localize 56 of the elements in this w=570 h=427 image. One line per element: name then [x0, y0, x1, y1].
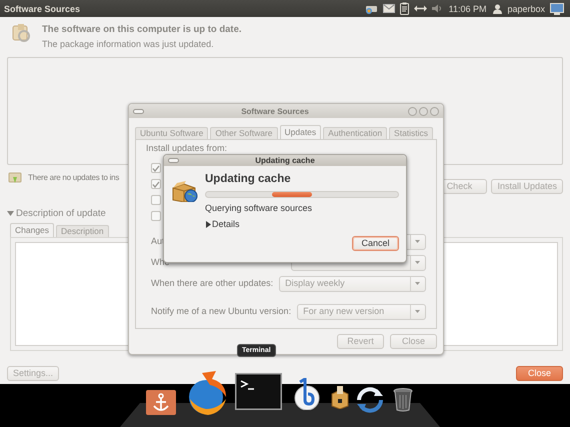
checkbox[interactable] [151, 163, 161, 173]
window-title: Software Sources [240, 106, 310, 116]
dialog-heading: Updating cache [205, 173, 292, 185]
tab[interactable]: Ubuntu Software [135, 127, 208, 139]
package-icon [10, 21, 32, 43]
status-text: There are no updates to ins [28, 173, 120, 182]
dropdown-arrow-icon [415, 310, 420, 313]
button[interactable]: Install Updates [491, 179, 563, 194]
field-label: When there are other updates: [151, 278, 274, 289]
expander-arrow-icon[interactable] [205, 220, 211, 228]
dropdown[interactable]: Display weekly [279, 276, 426, 292]
speaker-icon[interactable] [432, 4, 442, 13]
tab[interactable]: Changes [10, 223, 54, 237]
settings-button[interactable]: Settings... [7, 366, 60, 381]
terminal-icon[interactable] [235, 373, 282, 410]
package-icon[interactable] [330, 386, 350, 409]
tab[interactable]: Updates [280, 125, 322, 139]
window-menu-icon[interactable] [168, 158, 179, 163]
checkbox[interactable] [151, 179, 161, 189]
package-globe-icon [172, 180, 198, 202]
trash-icon[interactable] [393, 388, 413, 412]
field-label: Notify me of a new Ubuntu version: [151, 306, 292, 317]
tab[interactable]: Authentication [323, 127, 388, 139]
mail-icon[interactable] [382, 4, 395, 13]
status-heading: The software on this computer is up to date. [42, 24, 242, 35]
dropdown-arrow-icon [415, 282, 420, 285]
checkbox[interactable] [151, 195, 161, 205]
dropdown-arrow-icon [415, 261, 420, 264]
window-menu-icon[interactable] [133, 108, 144, 114]
checkbox[interactable] [151, 211, 161, 221]
cancel-button[interactable]: Cancel [352, 236, 399, 251]
monitor-icon[interactable] [550, 2, 564, 14]
button[interactable]: Revert [337, 334, 384, 349]
clipboard-icon[interactable] [400, 2, 409, 15]
window-title: Updating cache [254, 156, 316, 165]
clock[interactable]: 11:06 PM [448, 4, 486, 14]
transfer-arrows-icon[interactable] [414, 5, 427, 12]
tab[interactable]: Description [56, 225, 109, 237]
user-name[interactable]: paperbox [507, 4, 545, 14]
expander-label[interactable]: Description of update [16, 208, 106, 219]
dropdown[interactable]: For any new version [297, 304, 426, 320]
status-subheading: The package information was just updated. [42, 39, 215, 49]
network-icon[interactable] [364, 4, 378, 14]
window-title: Software Sources [4, 4, 82, 14]
package-icon [7, 171, 23, 185]
anchor-icon[interactable] [146, 390, 176, 415]
tab[interactable]: Other Software [210, 127, 278, 139]
dropdown-arrow-icon [415, 240, 420, 243]
close-button[interactable]: Close [516, 366, 563, 381]
user-icon[interactable] [493, 4, 502, 14]
section-label: Install updates from: [146, 143, 228, 154]
expander-label[interactable]: Details [212, 219, 240, 229]
tab[interactable]: Statistics [389, 127, 434, 139]
status-text: Querying software sources [205, 203, 314, 213]
button[interactable]: Close [390, 334, 437, 349]
refresh-icon[interactable] [355, 387, 385, 413]
